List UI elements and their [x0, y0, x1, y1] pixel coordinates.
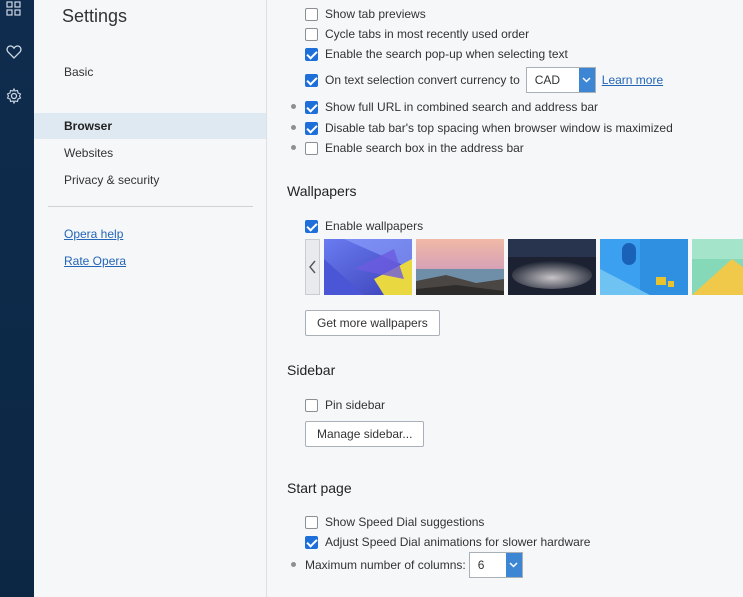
max-columns-label: Maximum number of columns:: [305, 558, 466, 572]
enable-wallpapers-checkbox[interactable]: [305, 219, 318, 233]
show-tab-previews-checkbox[interactable]: [305, 7, 318, 21]
sidebar-divider: [48, 206, 253, 207]
speed-dial-suggestions-label: Show Speed Dial suggestions: [325, 515, 485, 529]
wallpaper-strip: [305, 239, 743, 295]
get-more-wallpapers-button[interactable]: Get more wallpapers: [305, 310, 440, 336]
full-url-checkbox[interactable]: [305, 100, 318, 114]
sidebar-heading: Sidebar: [287, 362, 336, 378]
gear-icon[interactable]: [5, 87, 23, 105]
sidebar-item-websites[interactable]: Websites: [34, 140, 266, 166]
opera-help-link[interactable]: Opera help: [64, 227, 123, 241]
convert-currency-label: On text selection convert currency to: [325, 73, 520, 87]
managed-indicator-dot: [291, 104, 296, 109]
chevron-down-icon: [505, 553, 522, 577]
speed-dial-animations-option[interactable]: Adjust Speed Dial animations for slower …: [305, 533, 590, 551]
rate-opera-link[interactable]: Rate Opera: [64, 254, 126, 268]
tab-spacing-checkbox[interactable]: [305, 121, 318, 135]
speed-dial-suggestions-checkbox[interactable]: [305, 515, 318, 529]
search-popup-label: Enable the search pop-up when selecting …: [325, 47, 568, 61]
heart-icon[interactable]: [5, 43, 23, 61]
cycle-tabs-option[interactable]: Cycle tabs in most recently used order: [305, 25, 529, 43]
settings-sidebar: Settings Basic Browser Websites Privacy …: [34, 0, 267, 597]
managed-indicator-dot: [291, 145, 296, 150]
max-columns-option: Maximum number of columns: 6: [305, 552, 523, 578]
enable-wallpapers-option[interactable]: Enable wallpapers: [305, 217, 423, 235]
cycle-tabs-checkbox[interactable]: [305, 27, 318, 41]
search-popup-option[interactable]: Enable the search pop-up when selecting …: [305, 45, 568, 63]
wallpaper-thumbnail[interactable]: [692, 239, 743, 295]
sidebar-item-browser[interactable]: Browser: [34, 113, 266, 139]
page-title: Settings: [62, 6, 128, 26]
search-box-option[interactable]: Enable search box in the address bar: [305, 139, 524, 157]
full-url-option[interactable]: Show full URL in combined search and add…: [305, 98, 598, 116]
show-tab-previews-label: Show tab previews: [325, 7, 426, 21]
enable-wallpapers-label: Enable wallpapers: [325, 219, 424, 233]
search-box-checkbox[interactable]: [305, 141, 318, 155]
tab-spacing-option[interactable]: Disable tab bar's top spacing when brows…: [305, 119, 673, 137]
speed-dial-animations-label: Adjust Speed Dial animations for slower …: [325, 535, 591, 549]
sidebar-item-basic[interactable]: Basic: [34, 59, 266, 85]
settings-content: Show tab previews Cycle tabs in most rec…: [267, 0, 743, 597]
pin-sidebar-label: Pin sidebar: [325, 398, 386, 412]
search-box-label: Enable search box in the address bar: [325, 141, 524, 155]
wallpaper-thumbnail[interactable]: [324, 239, 412, 295]
chevron-left-icon: [308, 260, 316, 274]
max-columns-select-value: 6: [477, 558, 485, 572]
manage-sidebar-button[interactable]: Manage sidebar...: [305, 421, 425, 447]
max-columns-select[interactable]: 6: [468, 552, 523, 578]
wallpaper-thumbnail[interactable]: [416, 239, 504, 295]
sidebar-item-privacy-security[interactable]: Privacy & security: [34, 167, 266, 193]
tab-spacing-label: Disable tab bar's top spacing when brows…: [325, 121, 673, 135]
learn-more-link[interactable]: Learn more: [602, 73, 663, 87]
pin-sidebar-checkbox[interactable]: [305, 398, 318, 412]
chevron-down-icon: [578, 68, 595, 92]
convert-currency-option[interactable]: On text selection convert currency to CA…: [305, 67, 663, 93]
wallpaper-thumbnail[interactable]: [508, 239, 596, 295]
start-page-heading: Start page: [287, 480, 352, 496]
icon-rail: [0, 0, 34, 597]
convert-currency-checkbox[interactable]: [305, 73, 318, 87]
managed-indicator-dot: [291, 562, 296, 567]
currency-select-value: CAD: [534, 73, 561, 87]
speed-dial-animations-checkbox[interactable]: [305, 535, 318, 549]
wallpapers-heading: Wallpapers: [287, 183, 357, 199]
full-url-label: Show full URL in combined search and add…: [325, 100, 599, 114]
currency-select[interactable]: CAD: [525, 67, 596, 93]
speed-dial-suggestions-option[interactable]: Show Speed Dial suggestions: [305, 513, 484, 531]
managed-indicator-dot: [291, 125, 296, 130]
pin-sidebar-option[interactable]: Pin sidebar: [305, 396, 385, 414]
apps-icon[interactable]: [5, 0, 23, 18]
cycle-tabs-label: Cycle tabs in most recently used order: [325, 27, 530, 41]
search-popup-checkbox[interactable]: [305, 47, 318, 61]
wallpapers-scroll-left-button[interactable]: [305, 239, 320, 295]
wallpaper-thumbnail[interactable]: [600, 239, 688, 295]
show-tab-previews-option[interactable]: Show tab previews: [305, 5, 426, 23]
